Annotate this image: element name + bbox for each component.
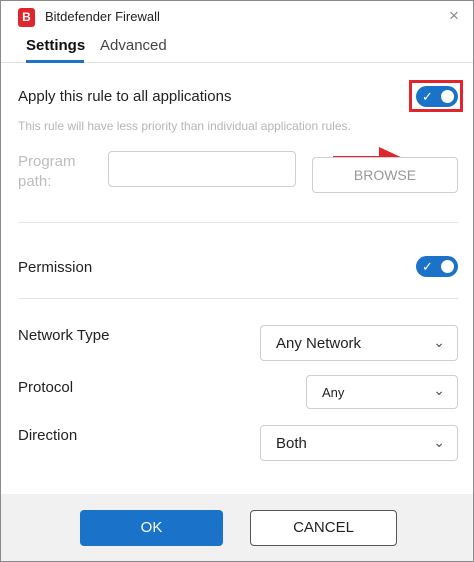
dialog-footer: OK CANCEL bbox=[1, 494, 473, 561]
firewall-dialog: B Bitdefender Firewall × Settings Advanc… bbox=[0, 0, 474, 562]
program-path-label: Program path: bbox=[18, 153, 76, 190]
permission-toggle[interactable]: ✓ bbox=[416, 256, 458, 277]
settings-panel: Apply this rule to all applications This… bbox=[1, 64, 473, 494]
ok-button[interactable]: OK bbox=[80, 510, 223, 546]
network-type-label: Network Type bbox=[18, 327, 110, 344]
direction-select[interactable]: Both ⌄ bbox=[260, 425, 458, 461]
bitdefender-logo-icon: B bbox=[18, 8, 35, 27]
divider bbox=[18, 222, 458, 223]
title-bar: B Bitdefender Firewall × bbox=[1, 1, 473, 33]
network-type-value: Any Network bbox=[276, 335, 362, 352]
program-path-input[interactable] bbox=[108, 151, 296, 187]
protocol-value: Any bbox=[322, 385, 345, 400]
direction-label: Direction bbox=[18, 427, 78, 444]
chevron-down-icon: ⌄ bbox=[433, 382, 445, 398]
check-icon: ✓ bbox=[422, 89, 433, 104]
cancel-button[interactable]: CANCEL bbox=[250, 510, 397, 546]
active-tab-indicator bbox=[26, 60, 84, 63]
divider bbox=[18, 298, 458, 299]
check-icon: ✓ bbox=[422, 259, 433, 274]
apply-rule-label: Apply this rule to all applications bbox=[18, 88, 232, 105]
network-type-select[interactable]: Any Network ⌄ bbox=[260, 325, 458, 361]
direction-value: Both bbox=[276, 435, 307, 452]
permission-label: Permission bbox=[18, 259, 93, 276]
close-icon[interactable]: × bbox=[449, 6, 459, 26]
chevron-down-icon: ⌄ bbox=[433, 334, 445, 350]
browse-button[interactable]: BROWSE bbox=[312, 157, 458, 193]
apply-rule-toggle[interactable]: ✓ bbox=[416, 86, 458, 107]
chevron-down-icon: ⌄ bbox=[433, 434, 445, 450]
window-title: Bitdefender Firewall bbox=[45, 9, 160, 24]
apply-rule-hint: This rule will have less priority than i… bbox=[18, 119, 351, 133]
toggle-knob bbox=[441, 90, 454, 103]
protocol-select[interactable]: Any ⌄ bbox=[306, 375, 458, 409]
toggle-knob bbox=[441, 260, 454, 273]
tab-bar: Settings Advanced bbox=[1, 33, 473, 63]
tab-settings[interactable]: Settings bbox=[26, 37, 85, 54]
tab-advanced[interactable]: Advanced bbox=[100, 37, 167, 54]
protocol-label: Protocol bbox=[18, 379, 74, 396]
